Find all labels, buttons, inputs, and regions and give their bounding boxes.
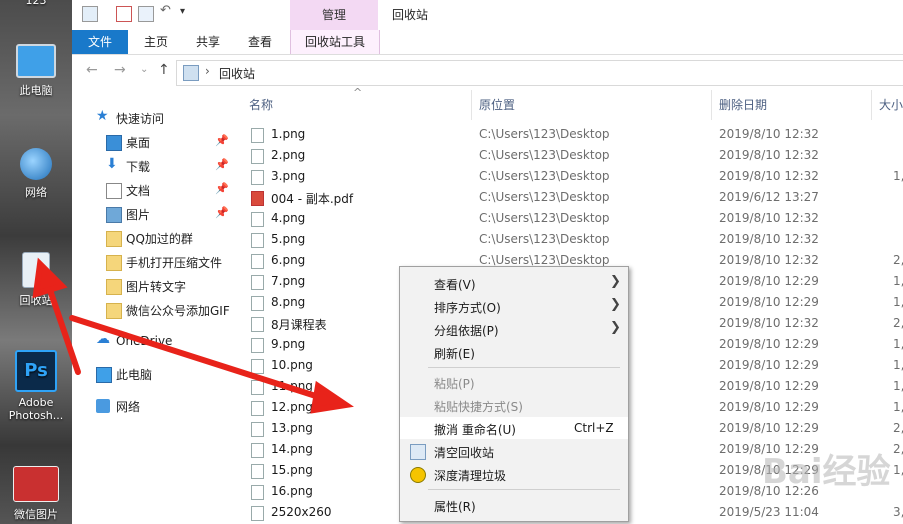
red-arrowhead xyxy=(32,257,68,299)
annotation-arrows xyxy=(32,257,354,414)
red-arrow-to-menu xyxy=(69,315,325,401)
red-arrowhead xyxy=(310,380,354,414)
red-arrow-to-recycle-bin xyxy=(47,287,81,375)
